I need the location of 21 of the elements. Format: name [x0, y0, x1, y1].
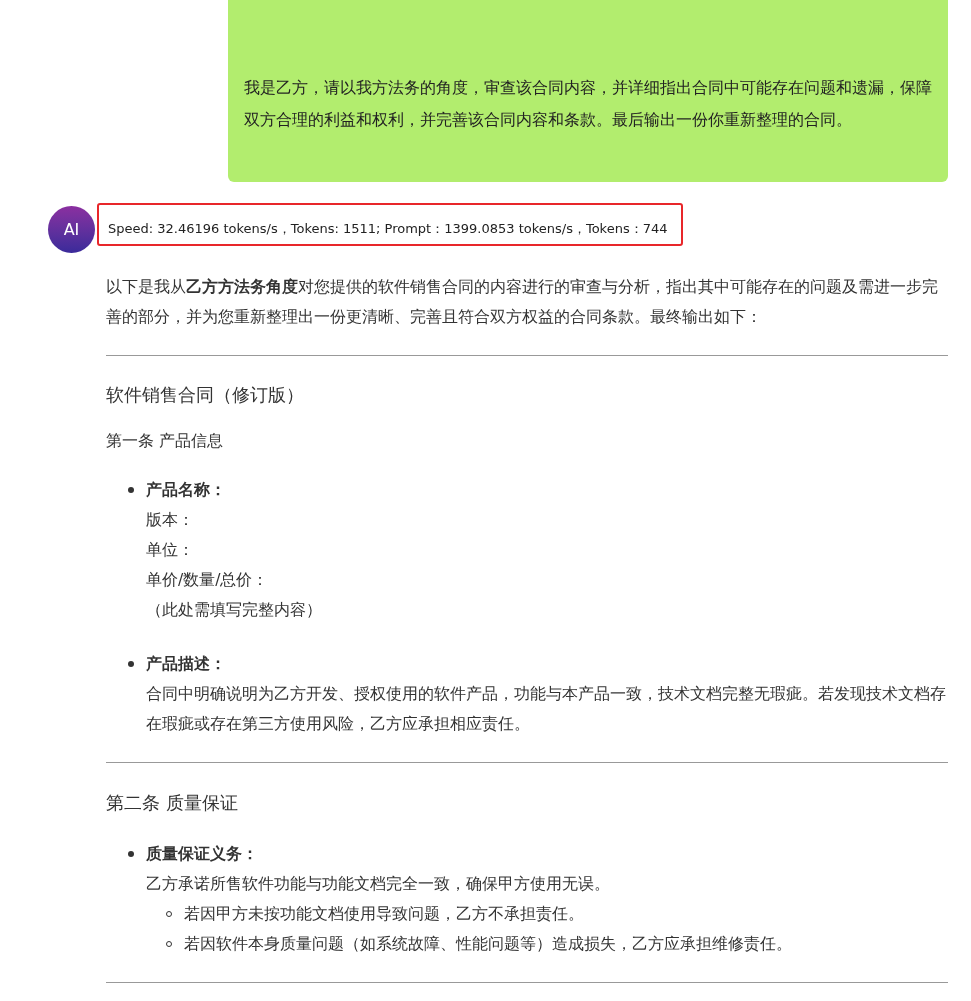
item-label: 产品名称：: [146, 480, 227, 501]
article-heading: 第一条 产品信息: [106, 431, 224, 452]
contract-title: 软件销售合同（修订版）: [106, 383, 305, 407]
speed-stats: Speed: 32.46196 tokens/s，Tokens: 1511; Prompt：1399.0853 tokens/s，Tokens：744: [108, 219, 668, 238]
item-text: 单位：: [146, 540, 195, 561]
user-message-text: 我是乙方，请以我方法务的角度，审查该合同内容，并详细指出合同中可能存在问题和遗漏，保障双方合理的利益和权利，并完善该合同内容和条款。最后输出一份你重新整理的合同。: [244, 78, 932, 131]
reply-paragraph: 以下是我从乙方方法务角度对您提供的软件销售合同的内容进行的审查与分析，指出其中可能存在的问题及需进一步完善的部分，并为您重新整理出一份更清晰、完善且符合双方权益的合同条款。最终输出如下：: [106, 277, 939, 328]
item-text: 版本：: [146, 510, 195, 531]
bullet-icon: [128, 851, 134, 857]
item-label: 质量保证义务：: [146, 844, 259, 865]
bullet-icon: [128, 661, 134, 667]
sub-item-text: 若因甲方未按功能文档使用导致问题，乙方不承担责任。: [184, 904, 584, 925]
item-text: 乙方承诺所售软件功能与功能文档完全一致，确保甲方使用无误。: [146, 874, 611, 895]
item-text: 单价/数量/总价：: [146, 570, 270, 591]
ai-avatar: AI: [48, 206, 95, 253]
item-text: 合同中明确说明为乙方开发、授权使用的软件产品，功能与本产品一致，技术文档完整无瑕疵。若发现技术文档存在瑕疵或存在第三方使用风险，乙方应承担相应责任。: [146, 684, 947, 735]
sub-item-text: 若因软件本身质量问题（如系统故障、性能问题等）造成损失，乙方应承担维修责任。: [184, 934, 792, 955]
article-heading: 第二条 质量保证: [106, 791, 239, 815]
bullet-icon: [128, 487, 134, 493]
item-text: （此处需填写完整内容）: [146, 600, 322, 621]
item-label: 产品描述：: [146, 654, 227, 675]
